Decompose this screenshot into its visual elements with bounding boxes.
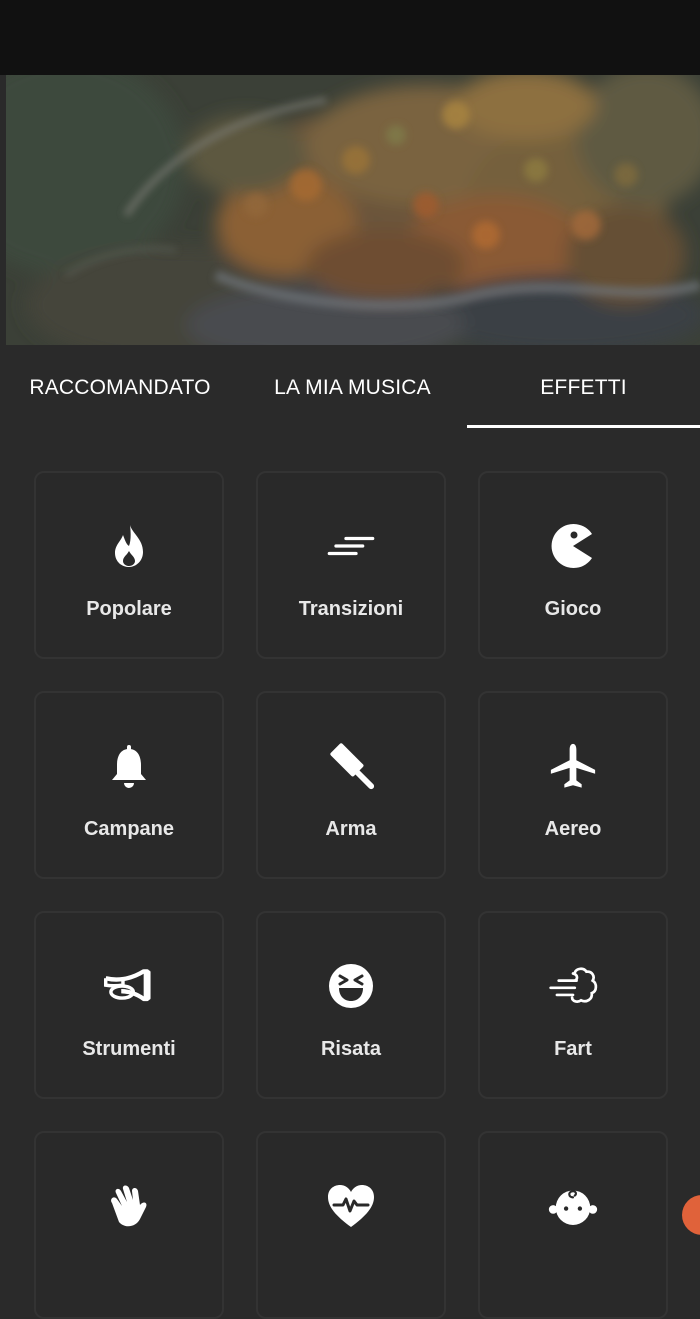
category-label: Campane [83,818,175,840]
bell-icon [104,741,154,791]
video-preview[interactable] [6,75,700,345]
category-label: Transizioni [298,598,404,620]
category-label: Arma [325,818,377,840]
effects-category-grid: Popolare Transizioni Gioco Campane Arma … [0,430,700,1319]
category-card-hand[interactable] [34,1131,224,1319]
category-card-aereo[interactable]: Aereo [478,691,668,879]
category-card-gioco[interactable]: Gioco [478,471,668,659]
category-card-fart[interactable]: Fart [478,911,668,1099]
heartbeat-icon [326,1181,376,1231]
aerial-forest-image [6,75,700,345]
category-card-risata[interactable]: Risata [256,911,446,1099]
horn-icon [104,961,154,1011]
category-label: Gioco [544,598,602,620]
tab-la-mia-musica[interactable]: LA MIA MUSICA [240,345,465,430]
tab-raccomandato[interactable]: RACCOMANDATO [0,345,240,430]
category-label: Risata [320,1038,382,1060]
wind-cloud-icon [548,961,598,1011]
category-card-transizioni[interactable]: Transizioni [256,471,446,659]
speed-lines-icon [326,521,376,571]
hammer-icon [326,741,376,791]
laughing-face-icon [326,961,376,1011]
category-label: Aereo [544,818,602,840]
fire-icon [104,521,154,571]
category-label: Fart [554,1038,592,1060]
category-card-strumenti[interactable]: Strumenti [34,911,224,1099]
baby-face-icon [548,1181,598,1231]
tabs-bar: RACCOMANDATO LA MIA MUSICA EFFETTI [0,345,700,430]
waving-hand-icon [104,1181,154,1231]
active-tab-indicator [467,425,700,428]
category-card-campane[interactable]: Campane [34,691,224,879]
category-card-popolare[interactable]: Popolare [34,471,224,659]
pacman-icon [548,521,598,571]
airplane-icon [548,741,598,791]
tab-effetti[interactable]: EFFETTI [467,345,700,430]
category-card-baby[interactable] [478,1131,668,1319]
category-label: Strumenti [82,1038,176,1060]
category-label: Popolare [86,598,172,620]
status-bar [0,0,700,75]
category-card-heart[interactable] [256,1131,446,1319]
category-card-arma[interactable]: Arma [256,691,446,879]
